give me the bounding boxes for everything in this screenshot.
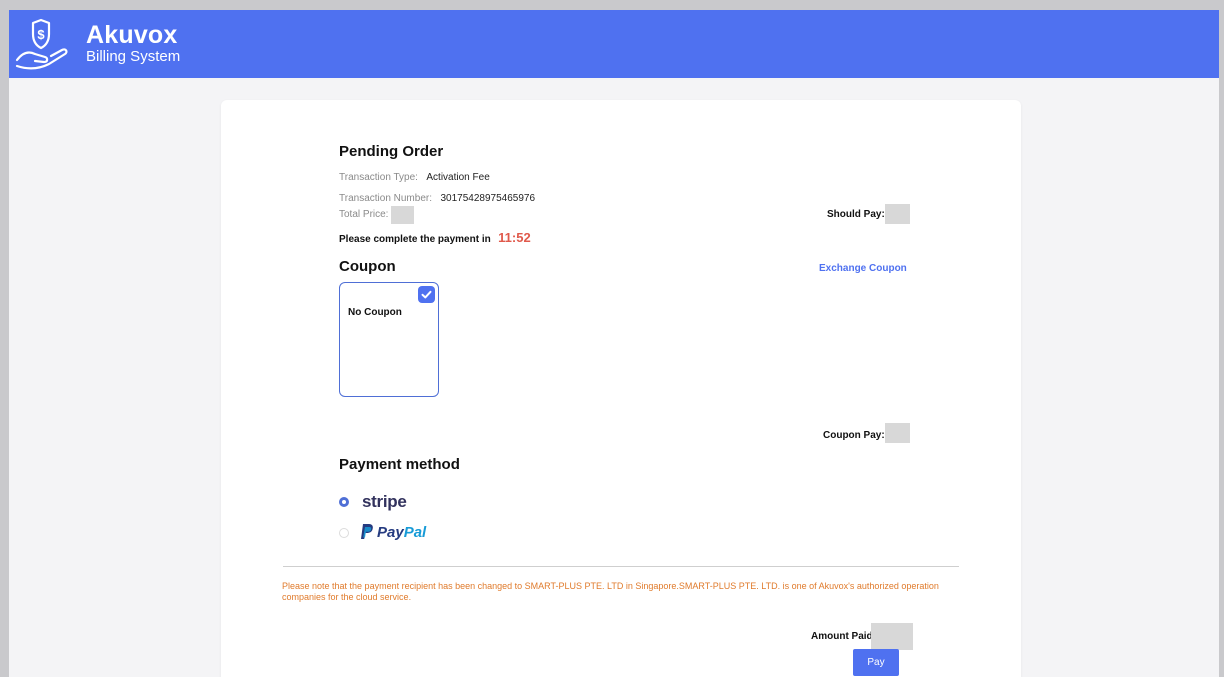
paypal-radio[interactable]: [339, 528, 349, 538]
transaction-number-row: Transaction Number: 30175428975465976: [339, 188, 535, 206]
total-price-value: [391, 206, 414, 224]
coupon-title: Coupon: [339, 258, 396, 275]
stripe-logo[interactable]: stripe: [362, 492, 407, 512]
hand-dollar-icon: $: [15, 18, 68, 70]
transaction-number-label: Transaction Number:: [339, 193, 432, 204]
transaction-number-value: 30175428975465976: [440, 193, 535, 204]
svg-text:$: $: [37, 27, 45, 42]
app-header: $ Akuvox Billing System: [9, 10, 1219, 78]
recipient-notice: Please note that the payment recipient h…: [282, 581, 939, 602]
coupon-option-no-coupon[interactable]: No Coupon: [339, 282, 439, 397]
coupon-option-label: No Coupon: [348, 307, 402, 318]
paypal-p-icon: [361, 524, 373, 539]
app-frame: $ Akuvox Billing System Pending Order Tr…: [9, 10, 1219, 677]
countdown-timer: 11:52: [498, 230, 531, 245]
exchange-coupon-link[interactable]: Exchange Coupon: [819, 263, 907, 274]
transaction-type-row: Transaction Type: Activation Fee: [339, 167, 490, 185]
order-card: Pending Order Transaction Type: Activati…: [221, 100, 1021, 677]
should-pay-label: Should Pay:: [827, 209, 885, 220]
paypal-logo-part1: Pay: [377, 524, 404, 541]
amount-paid-value: [871, 623, 913, 650]
brand-name: Akuvox: [86, 21, 178, 49]
pending-order-title: Pending Order: [339, 143, 444, 160]
paypal-logo-part2: Pal: [403, 524, 427, 541]
countdown-row: Please complete the payment in 11:52: [339, 229, 531, 247]
divider: [283, 566, 959, 567]
brand-subtitle: Billing System: [86, 48, 181, 65]
pay-button[interactable]: Pay: [853, 649, 899, 676]
paypal-logo[interactable]: PayPal: [377, 524, 426, 541]
coupon-pay-value: [885, 423, 910, 443]
total-price-label: Total Price:: [339, 209, 389, 220]
countdown-text: Please complete the payment in: [339, 234, 491, 245]
stripe-radio[interactable]: [339, 497, 349, 507]
transaction-type-value: Activation Fee: [426, 172, 490, 183]
checkmark-icon: [418, 286, 435, 303]
payment-method-title: Payment method: [339, 456, 460, 473]
should-pay-value: [885, 204, 910, 224]
amount-paid-label: Amount Paid: [811, 631, 873, 642]
transaction-type-label: Transaction Type:: [339, 172, 418, 183]
coupon-pay-label: Coupon Pay:: [823, 430, 885, 441]
